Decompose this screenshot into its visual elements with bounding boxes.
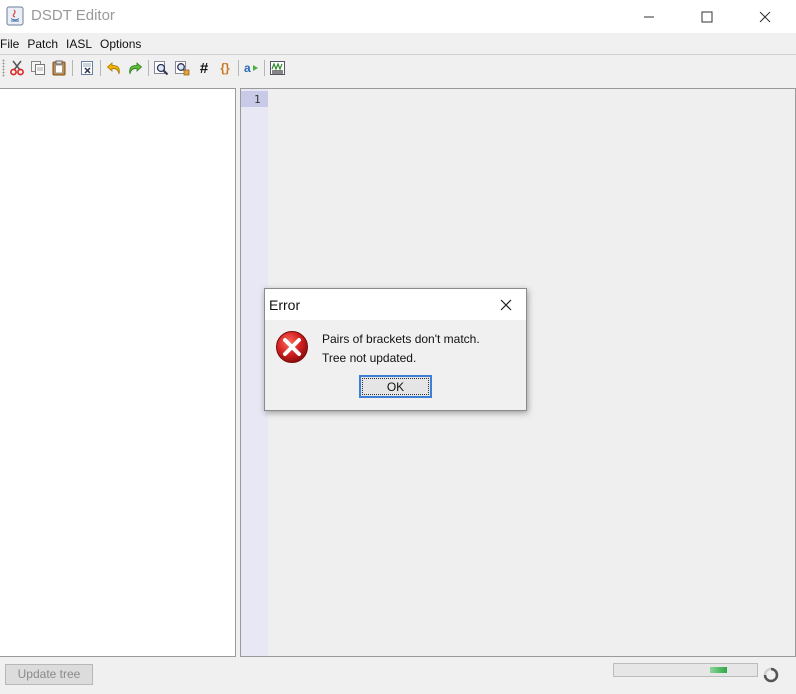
export-button[interactable] xyxy=(268,58,288,78)
cut-icon xyxy=(10,60,24,76)
toolbar: # {} a xyxy=(0,56,796,80)
find-replace-icon xyxy=(175,61,190,76)
loading-spinner-icon xyxy=(762,666,780,684)
find-replace-button[interactable] xyxy=(172,58,192,78)
copy-icon xyxy=(31,61,45,75)
toolbar-separator xyxy=(72,60,73,76)
dsdt-tree-panel[interactable] xyxy=(0,88,236,657)
update-tree-button[interactable]: Update tree xyxy=(5,664,93,685)
export-icon xyxy=(270,61,285,75)
menubar-divider xyxy=(0,54,796,55)
goto-line-button[interactable]: # xyxy=(194,58,214,78)
paste-button[interactable] xyxy=(49,58,69,78)
find-icon xyxy=(154,61,169,76)
java-app-icon xyxy=(6,6,24,26)
error-dialog: Error Pairs of brackets don't match. Tre… xyxy=(264,288,527,411)
svg-text:a: a xyxy=(244,61,251,75)
error-icon xyxy=(275,330,309,364)
copy-button[interactable] xyxy=(28,58,48,78)
paste-icon xyxy=(52,60,66,76)
compile-button[interactable]: a xyxy=(242,58,262,78)
progress-bar xyxy=(613,663,758,677)
delete-icon xyxy=(81,61,93,75)
undo-button[interactable] xyxy=(104,58,124,78)
dsdt-editor-window: DSDT Editor File Patch IASL Options # {}… xyxy=(0,0,796,694)
focus-ring xyxy=(362,378,429,395)
dialog-close-button[interactable] xyxy=(493,293,519,317)
minimize-icon xyxy=(644,16,654,17)
close-icon xyxy=(500,299,512,311)
maximize-icon xyxy=(701,11,713,22)
menu-iasl[interactable]: IASL xyxy=(66,35,92,54)
dialog-title: Error xyxy=(269,297,301,313)
compile-icon: a xyxy=(244,61,258,75)
redo-icon xyxy=(129,62,143,75)
ok-button[interactable]: OK xyxy=(359,375,432,398)
match-brace-icon: {} xyxy=(220,61,230,75)
maximize-button[interactable] xyxy=(684,0,730,33)
toolbar-separator xyxy=(238,60,239,76)
close-window-button[interactable] xyxy=(742,0,788,33)
match-brace-button[interactable]: {} xyxy=(215,58,235,78)
dialog-title-bar: Error xyxy=(265,289,526,320)
menu-options[interactable]: Options xyxy=(100,35,141,54)
error-message-line-1: Pairs of brackets don't match. xyxy=(322,332,480,346)
line-number: 1 xyxy=(254,93,261,106)
cut-button[interactable] xyxy=(7,58,27,78)
toolbar-grip[interactable] xyxy=(2,59,5,77)
minimize-button[interactable] xyxy=(626,0,672,33)
error-message-line-2: Tree not updated. xyxy=(322,351,417,365)
toolbar-separator xyxy=(148,60,149,76)
menu-patch[interactable]: Patch xyxy=(27,35,58,54)
goto-line-icon: # xyxy=(199,59,209,77)
window-title: DSDT Editor xyxy=(31,7,115,24)
menu-bar: File Patch IASL Options xyxy=(0,35,149,54)
undo-icon xyxy=(106,62,120,75)
progress-bar-fill xyxy=(710,667,727,673)
close-icon xyxy=(759,11,771,22)
toolbar-separator xyxy=(100,60,101,76)
find-button[interactable] xyxy=(151,58,171,78)
redo-button[interactable] xyxy=(125,58,145,78)
toolbar-separator xyxy=(264,60,265,76)
title-bar: DSDT Editor xyxy=(0,0,796,33)
delete-button[interactable] xyxy=(77,58,97,78)
menu-file[interactable]: File xyxy=(0,35,19,54)
